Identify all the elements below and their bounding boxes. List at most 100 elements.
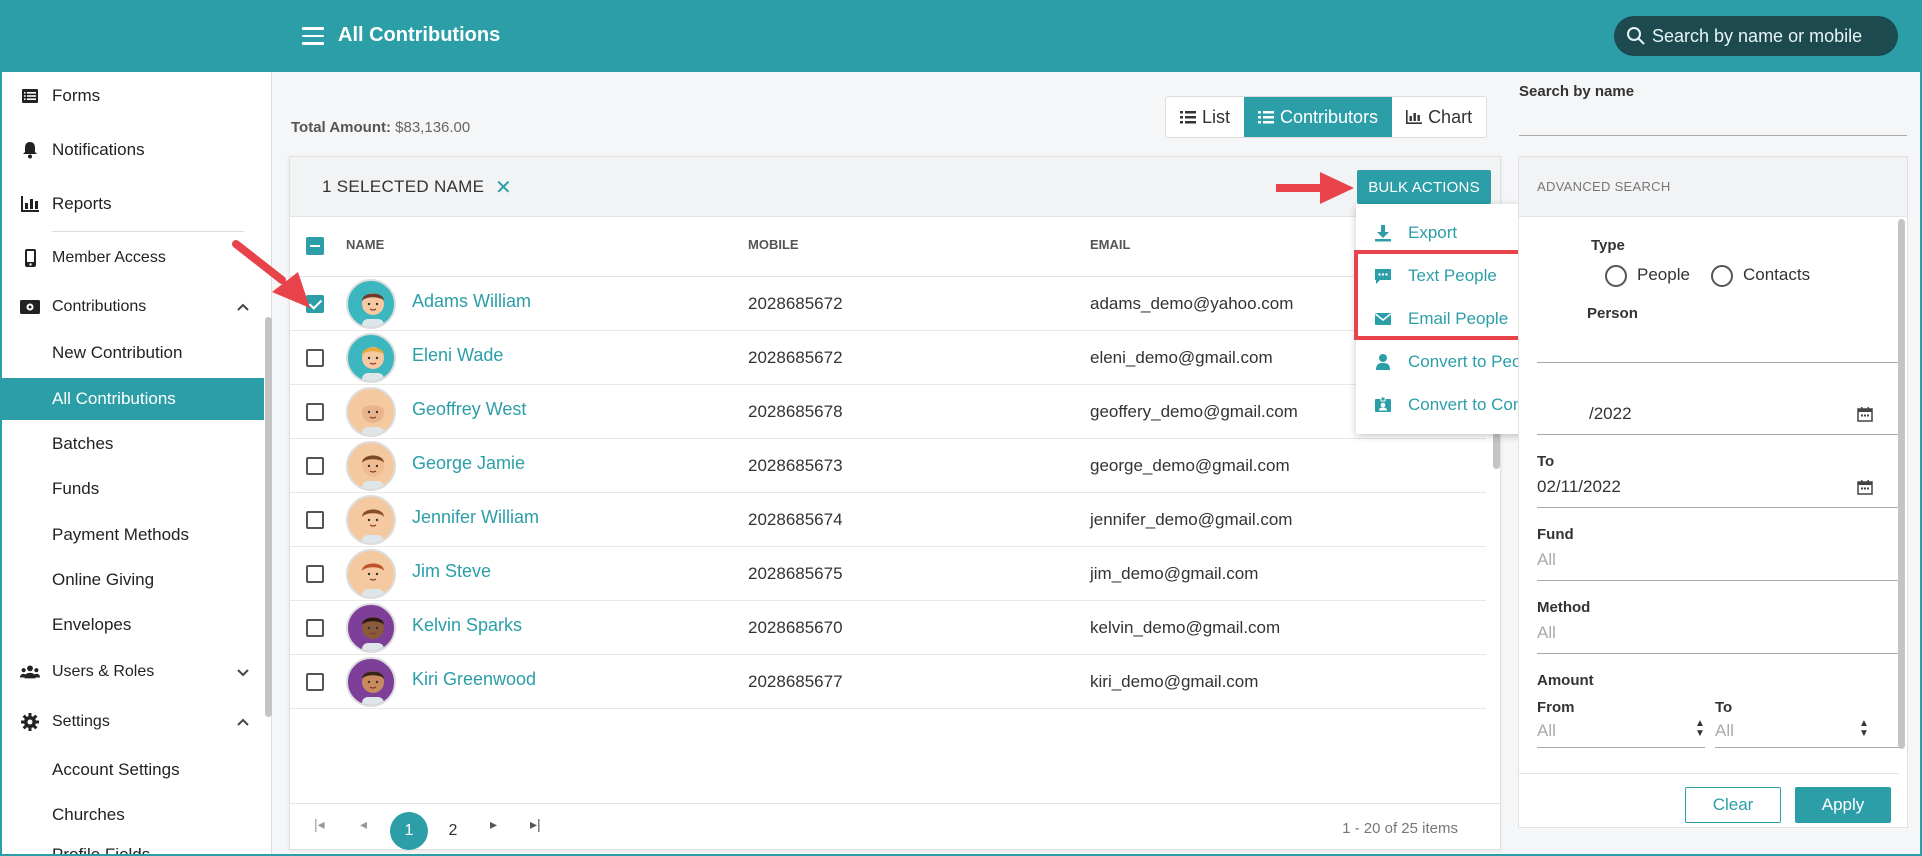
panel-scrollbar[interactable] [1898,219,1905,749]
sidebar-sub-payment-methods[interactable]: Payment Methods [2,514,264,556]
last-page-icon[interactable]: ▸| [530,816,541,833]
sidebar-sub-batches[interactable]: Batches [2,423,264,465]
contributor-email: geoffery_demo@gmail.com [1090,402,1298,421]
contributor-name-link[interactable]: Kiri Greenwood [412,669,536,690]
sidebar-item-reports[interactable]: Reports [2,184,264,224]
sidebar-sub-envelopes[interactable]: Envelopes [2,604,264,646]
contributor-name-link[interactable]: George Jamie [412,453,525,474]
row-checkbox[interactable] [306,349,324,367]
page-2-button[interactable]: 2 [434,812,472,850]
person-field[interactable] [1537,362,1899,363]
contributor-name-link[interactable]: Adams William [412,291,531,312]
top-header: All Contributions [2,2,1920,72]
to-date-value[interactable]: 02/11/2022 [1537,477,1621,497]
sidebar-scrollbar[interactable] [265,317,272,717]
chevron-up-icon[interactable] [236,715,250,729]
bar-chart-icon [1406,110,1423,124]
contributor-name-link[interactable]: Kelvin Sparks [412,615,522,636]
view-chart-button[interactable]: Chart [1392,97,1486,137]
hamburger-menu-icon[interactable] [302,27,324,45]
sidebar-sub-online-giving[interactable]: Online Giving [2,559,264,601]
type-label: Type [1591,237,1625,254]
table-row[interactable]: Adams William 2028685672 adams_demo@yahoo.… [290,277,1486,331]
sidebar-sub-profile-fields[interactable]: Profile Fields [2,840,264,854]
list-icon [1180,111,1196,124]
row-checkbox[interactable] [306,565,324,583]
table-row[interactable]: Kiri Greenwood 2028685677 kiri_demo@gmail.… [290,655,1486,709]
table-row[interactable]: George Jamie 2028685673 george_demo@gmail.… [290,439,1486,493]
header-search[interactable] [1614,16,1898,56]
avatar [346,441,396,491]
method-field[interactable] [1537,653,1899,654]
amount-to-value[interactable]: All [1715,721,1734,741]
view-list-button[interactable]: List [1166,97,1244,137]
amount-to-stepper-icon[interactable]: ▲ ▼ [1859,719,1869,739]
from-date-value[interactable]: /2022 [1589,404,1632,424]
avatar [346,603,396,653]
table-row[interactable]: Geoffrey West 2028685678 geoffery_demo@gma… [290,385,1486,439]
table-row[interactable]: Kelvin Sparks 2028685670 kelvin_demo@gmail… [290,601,1486,655]
contributor-name-link[interactable]: Geoffrey West [412,399,526,420]
contributor-mobile: 2028685678 [748,402,843,421]
sidebar-item-forms[interactable]: Forms [2,76,264,116]
sidebar-sub-funds[interactable]: Funds [2,468,264,510]
chevron-down-icon[interactable] [236,665,250,679]
from-date-field[interactable] [1537,434,1899,435]
sidebar-sub-account-settings[interactable]: Account Settings [2,749,264,791]
sidebar-sub-new-contribution[interactable]: New Contribution [2,332,264,374]
fund-field[interactable] [1537,580,1899,581]
table-row[interactable]: Jim Steve 2028685675 jim_demo@gmail.com [290,547,1486,601]
row-checkbox[interactable] [306,403,324,421]
clear-selection-icon[interactable]: ✕ [495,175,512,200]
avatar [346,387,396,437]
apply-button[interactable]: Apply [1795,787,1891,823]
type-contacts-radio[interactable] [1711,265,1733,287]
search-by-name-input[interactable] [1519,135,1907,136]
clear-button[interactable]: Clear [1685,787,1781,823]
sidebar-item-notifications[interactable]: Notifications [2,130,264,170]
table-row[interactable]: Eleni Wade 2028685672 eleni_demo@gmail.com [290,331,1486,385]
amount-from-stepper-icon[interactable]: ▲ ▼ [1695,719,1705,739]
method-value[interactable]: All [1537,623,1556,643]
column-header-mobile[interactable]: MOBILE [748,237,799,252]
sidebar-item-member-access[interactable]: Member Access [2,238,264,278]
advanced-search-panel: ADVANCED SEARCH Type People Contacts Per… [1518,156,1908,828]
next-page-icon[interactable]: ▸ [490,816,497,833]
bulk-actions-button[interactable]: BULK ACTIONS [1357,170,1491,204]
calendar-icon[interactable] [1857,406,1873,422]
sidebar-item-users-roles[interactable]: Users & Roles [2,652,264,692]
column-header-email[interactable]: EMAIL [1090,237,1130,252]
row-checkbox[interactable] [306,511,324,529]
type-people-radio[interactable] [1605,265,1627,287]
page-1-button[interactable]: 1 [390,812,428,850]
first-page-icon[interactable]: |◂ [314,816,325,833]
view-contributors-button[interactable]: Contributors [1244,97,1393,137]
row-checkbox[interactable] [306,673,324,691]
contributor-email: kelvin_demo@gmail.com [1090,618,1281,637]
contributor-name-link[interactable]: Eleni Wade [412,345,503,366]
row-checkbox[interactable] [306,457,324,475]
download-icon [1375,225,1391,242]
contributor-mobile: 2028685672 [748,348,843,367]
amount-from-value[interactable]: All [1537,721,1556,741]
fund-value[interactable]: All [1537,550,1556,570]
to-date-field[interactable] [1537,507,1899,508]
view-chart-label: Chart [1428,106,1473,127]
row-checkbox[interactable] [306,619,324,637]
table-row[interactable]: Jennifer William 2028685674 jennifer_demo@… [290,493,1486,547]
column-header-name[interactable]: NAME [346,237,384,252]
calendar-icon[interactable] [1857,479,1873,495]
sidebar-sub-churches[interactable]: Churches [2,794,264,836]
contributor-name-link[interactable]: Jim Steve [412,561,491,582]
search-icon [1627,27,1645,45]
contributor-name-link[interactable]: Jennifer William [412,507,539,528]
sidebar-item-contributions[interactable]: Contributions [2,287,264,327]
header-search-input[interactable] [1652,25,1892,47]
amount-to-field[interactable] [1715,747,1899,748]
prev-page-icon[interactable]: ◂ [360,816,367,833]
contributor-email: jennifer_demo@gmail.com [1090,510,1293,529]
sidebar: Forms Notifications Reports Member Acces… [2,72,272,854]
amount-from-field[interactable] [1537,747,1705,748]
sidebar-sub-all-contributions[interactable]: All Contributions [2,378,264,420]
sidebar-item-settings[interactable]: Settings [2,702,264,742]
